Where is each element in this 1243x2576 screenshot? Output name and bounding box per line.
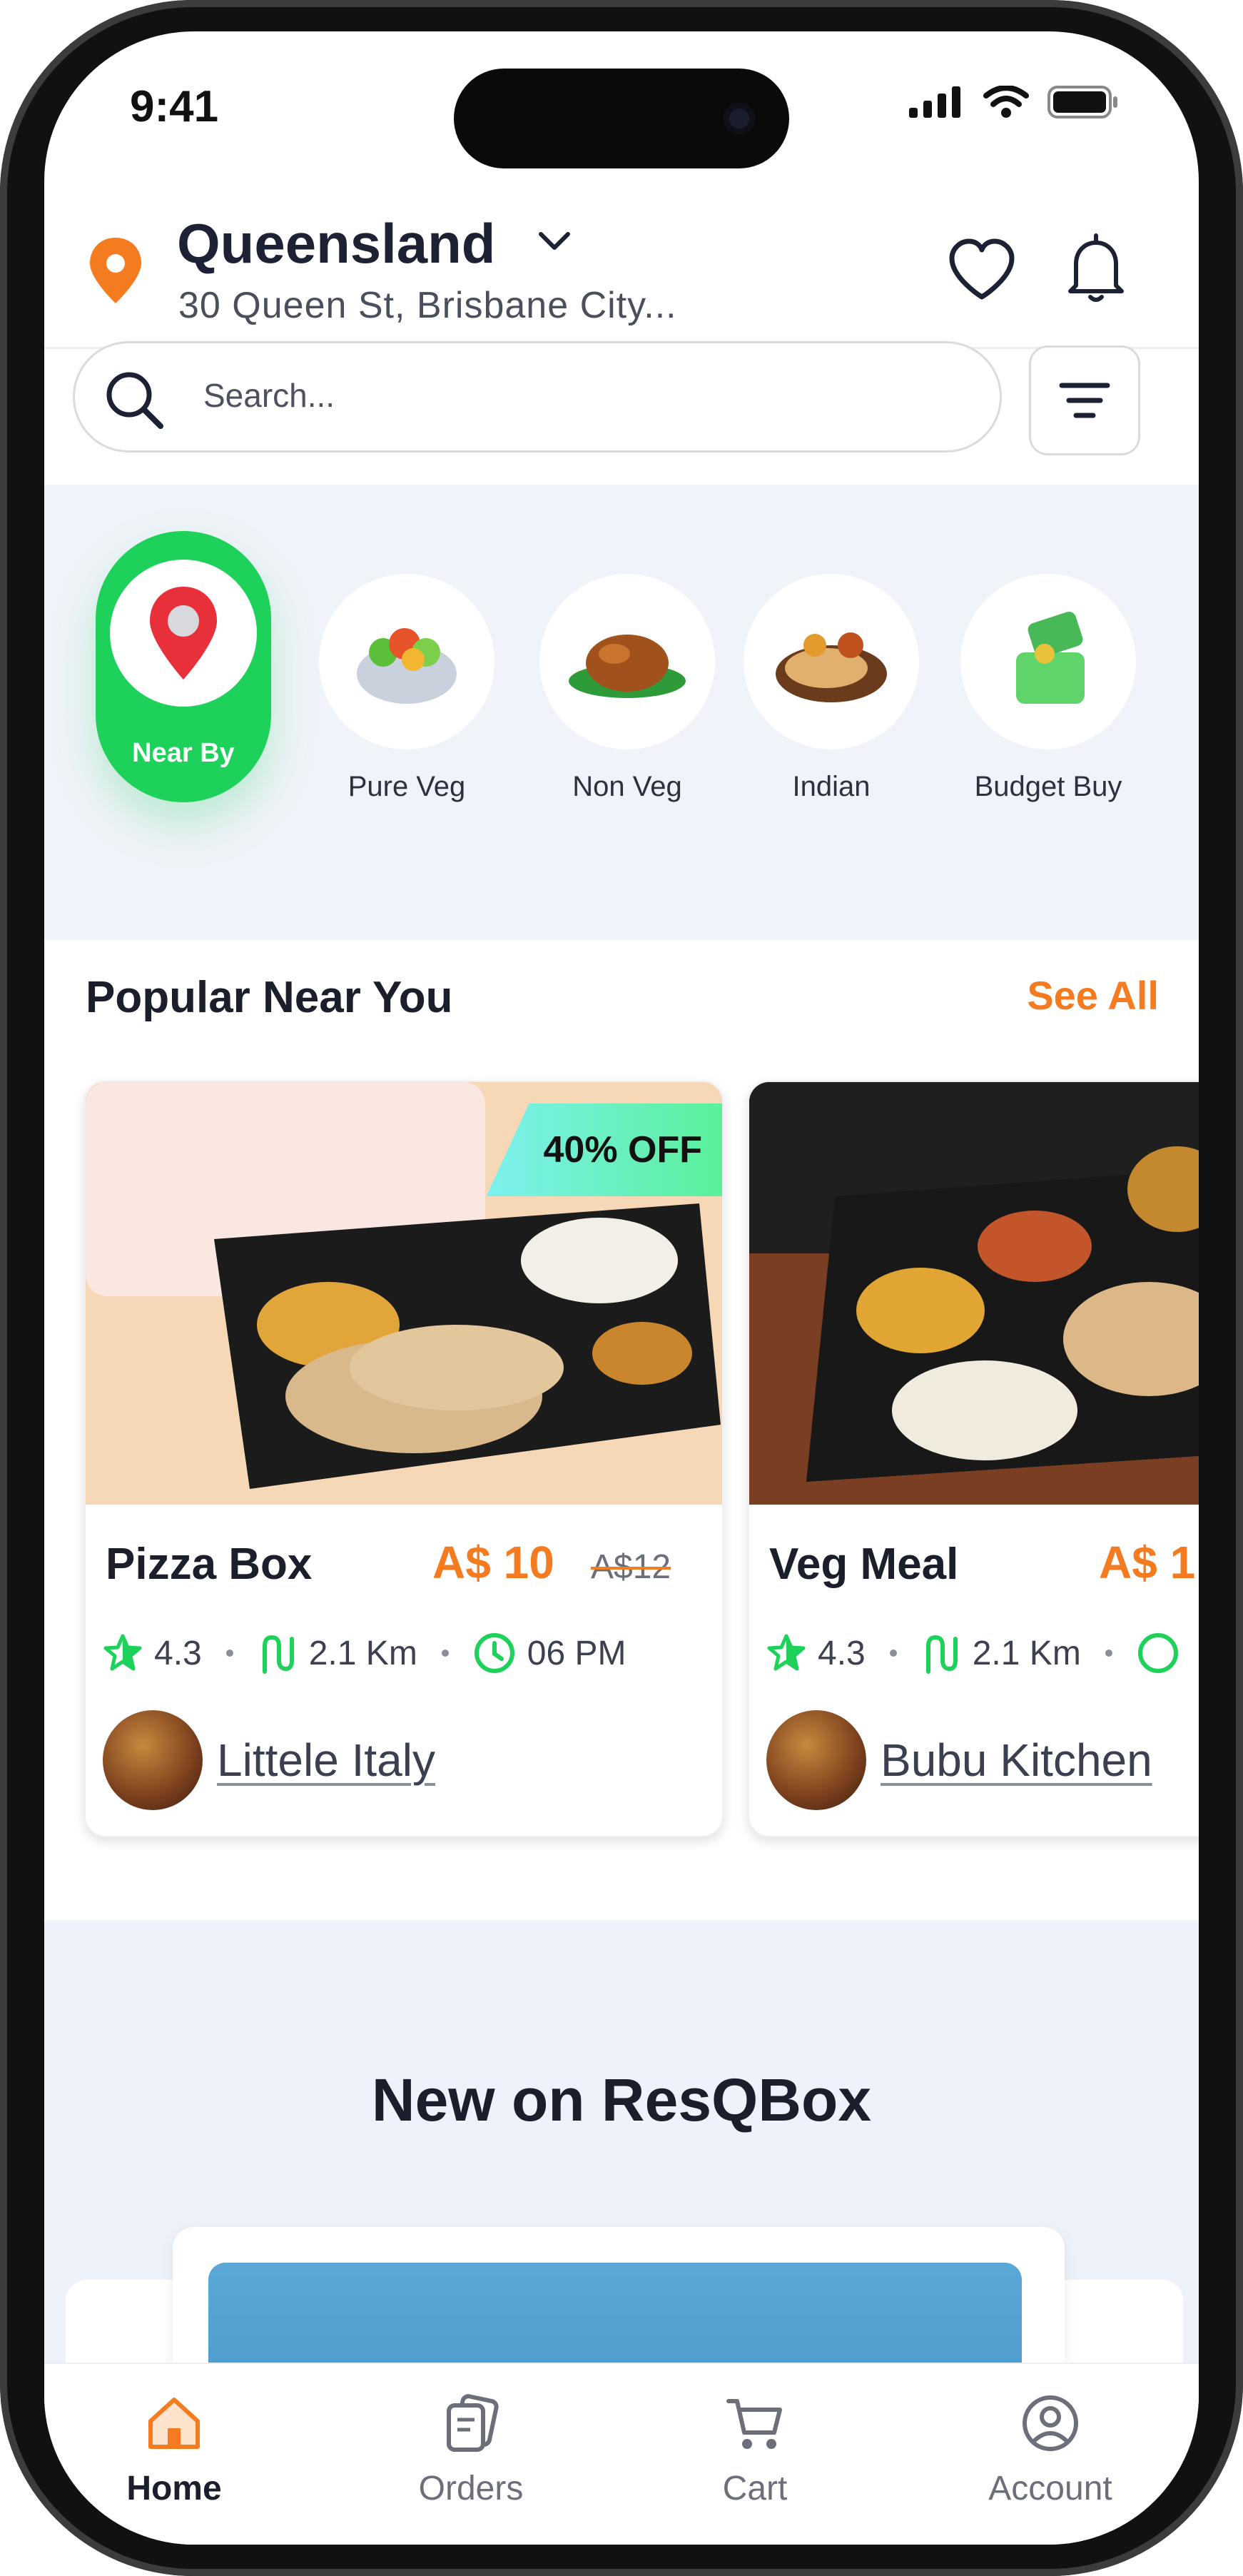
category-circle: [960, 574, 1136, 749]
category-non-veg[interactable]: Non Veg: [539, 574, 715, 803]
wifi-icon: [983, 86, 1029, 118]
meal-image: 40% OFF: [86, 1082, 722, 1505]
status-time: 9:41: [130, 82, 219, 131]
separator-dot: [225, 1650, 233, 1657]
account-icon: [1023, 2395, 1078, 2451]
restaurant-link[interactable]: Littele Italy: [217, 1734, 435, 1787]
roast-chicken-icon: [569, 635, 686, 698]
distance: 2.1 Km: [308, 1634, 417, 1672]
location-pin-icon: [90, 238, 141, 303]
category-label: Near By: [132, 738, 235, 768]
nav-cart[interactable]: Cart: [648, 2393, 862, 2508]
meal-name: Veg Meal: [769, 1540, 959, 1589]
clock-icon: [1137, 1633, 1178, 1673]
rating: 4.3: [154, 1634, 202, 1672]
search-icon: [106, 372, 163, 429]
route-icon: [262, 1635, 294, 1674]
indian-food-icon: [776, 632, 887, 702]
restaurant-row[interactable]: Bubu Kitchen: [766, 1710, 1152, 1810]
nav-label: Orders: [418, 2470, 524, 2507]
restaurant-avatar: [103, 1710, 203, 1810]
camera-icon: [724, 103, 755, 134]
bottom-nav: Home Orders Cart Account: [44, 2363, 1199, 2545]
orders-icon: [447, 2394, 499, 2452]
search-input[interactable]: Search...: [203, 376, 335, 415]
location-pin-icon: [150, 587, 217, 680]
restaurant-row[interactable]: Littele Italy: [103, 1710, 435, 1810]
location-header: Queensland 30 Queen St, Brisbane City...: [44, 174, 1199, 349]
section-title: New on ResQBox: [371, 2066, 872, 2133]
category-circle: [539, 574, 715, 749]
restaurant-avatar: [766, 1710, 866, 1810]
separator-dot: [1105, 1650, 1112, 1657]
distance: 2.1 Km: [972, 1634, 1081, 1672]
rating: 4.3: [818, 1634, 866, 1672]
meal-image: [749, 1082, 1199, 1505]
category-circle: [319, 574, 494, 749]
home-icon: [148, 2398, 200, 2449]
cart-icon: [726, 2399, 782, 2449]
star-icon: [767, 1634, 806, 1671]
nav-label: Cart: [722, 2470, 788, 2507]
meal-card[interactable]: 40% OFF Pizza Box A$ 10 A$12 4.3 2.1 Km …: [84, 1081, 724, 1837]
nav-account[interactable]: Account: [943, 2393, 1157, 2508]
restaurant-link[interactable]: Bubu Kitchen: [881, 1734, 1152, 1787]
separator-dot: [441, 1650, 449, 1657]
money-box-icon: [1016, 612, 1085, 704]
category-label: Indian: [792, 771, 871, 802]
pickup-time: 06 PM: [527, 1634, 626, 1672]
battery-icon: [1047, 86, 1117, 118]
meal-meta: 4.3 2.1 Km: [766, 1632, 1179, 1675]
section-title: Popular Near You: [86, 973, 453, 1022]
status-icons: [909, 86, 1119, 118]
nav-label: Home: [126, 2470, 222, 2507]
address-text[interactable]: 30 Queen St, Brisbane City...: [178, 284, 677, 327]
app-screen: 9:41 Queensland 30 Queen St, Brisbane Ci…: [44, 31, 1199, 2545]
category-near-by[interactable]: Near By: [96, 531, 271, 802]
clock-icon: [474, 1633, 514, 1673]
veg-bowl-icon: [357, 628, 457, 704]
meal-price: A$ 1: [1099, 1537, 1196, 1588]
meal-old-price: A$12: [591, 1548, 671, 1586]
route-icon: [925, 1635, 958, 1674]
category-label: Non Veg: [572, 771, 682, 802]
phone-frame: 9:41 Queensland 30 Queen St, Brisbane Ci…: [0, 0, 1243, 2576]
search-bar[interactable]: Search...: [73, 341, 1002, 453]
category-budget-buy[interactable]: Budget Buy: [960, 574, 1136, 803]
category-label: Budget Buy: [974, 771, 1122, 802]
category-indian[interactable]: Indian: [744, 574, 919, 803]
nav-orders[interactable]: Orders: [364, 2393, 578, 2508]
heart-icon[interactable]: [948, 238, 1016, 303]
meal-card[interactable]: Veg Meal A$ 1 4.3 2.1 Km Bubu Kitchen: [748, 1081, 1199, 1837]
category-circle: [744, 574, 919, 749]
separator-dot: [889, 1650, 897, 1657]
filter-button[interactable]: [1029, 345, 1140, 455]
bell-icon[interactable]: [1066, 233, 1126, 304]
meal-price: A$ 10: [432, 1537, 554, 1588]
signal-icon: [909, 86, 960, 118]
near-by-circle: [110, 560, 257, 707]
city-selector[interactable]: Queensland: [177, 211, 495, 276]
nav-home[interactable]: Home: [67, 2393, 281, 2508]
category-pure-veg[interactable]: Pure Veg: [319, 574, 494, 803]
star-icon: [103, 1634, 142, 1671]
nav-label: Account: [988, 2470, 1112, 2507]
see-all-link[interactable]: See All: [1027, 972, 1159, 1019]
chevron-down-icon[interactable]: [537, 227, 572, 256]
meal-tray-illustration: [749, 1082, 1199, 1505]
meal-meta: 4.3 2.1 Km 06 PM: [103, 1632, 626, 1675]
meal-name: Pizza Box: [106, 1540, 313, 1589]
filter-icon: [1059, 383, 1110, 418]
category-label: Pure Veg: [347, 771, 466, 802]
